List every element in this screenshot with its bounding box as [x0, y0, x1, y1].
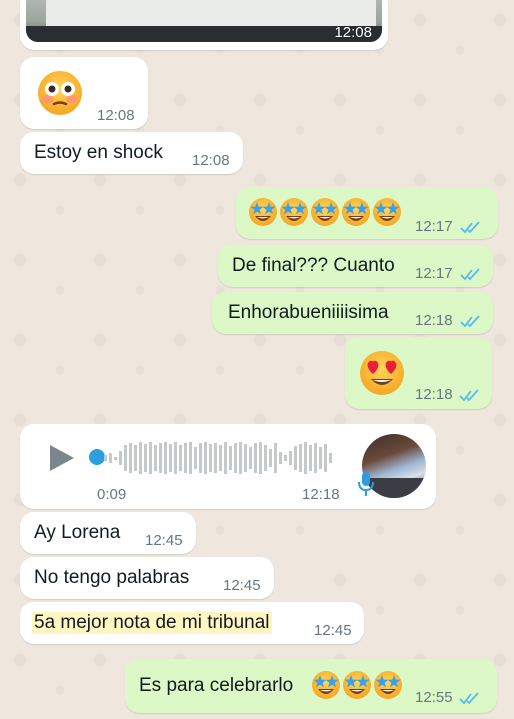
message-time: 12:18 [302, 486, 340, 503]
message-text: 5a mejor nota de mi tribunal [32, 612, 272, 634]
message-bubble-incoming[interactable]: No tengo palabras 12:45 [20, 557, 274, 599]
play-icon[interactable] [48, 443, 76, 473]
message-bubble-outgoing[interactable]: 12:18 [345, 337, 492, 409]
message-bubble-outgoing[interactable]: De final??? Cuanto 12:17 [218, 245, 493, 287]
image-message[interactable]: 12:08 [20, 0, 388, 50]
star-struck-emoji-icon [312, 671, 402, 699]
microphone-icon [358, 472, 374, 496]
heart-eyes-emoji-icon [360, 351, 404, 395]
message-time: 12:17 [415, 218, 453, 235]
flushed-face-emoji-icon [38, 71, 82, 115]
message-text: Estoy en shock [34, 142, 163, 163]
voice-duration: 0:09 [97, 486, 127, 503]
message-text: De final??? Cuanto [232, 255, 395, 276]
message-text: Ay Lorena [34, 522, 121, 543]
message-bubble-incoming[interactable]: Estoy en shock 12:08 [20, 132, 243, 174]
message-time: 12:45 [314, 622, 352, 639]
double-check-read-icon [460, 315, 480, 328]
message-bubble-outgoing[interactable]: 12:17 [236, 187, 498, 239]
message-text: Enhorabueniiiisima [228, 302, 389, 323]
double-check-read-icon [459, 389, 479, 402]
message-time: 12:45 [223, 577, 261, 594]
message-time: 12:45 [145, 532, 183, 549]
message-time: 12:08 [97, 107, 135, 124]
message-text: No tengo palabras [34, 567, 190, 588]
message-bubble-outgoing[interactable]: Es para celebrarlo 12:55 [125, 659, 497, 713]
message-bubble-incoming[interactable]: 12:08 [20, 57, 148, 129]
image-screen-area [46, 0, 376, 26]
voice-waveform[interactable] [104, 441, 336, 475]
image-thumbnail[interactable]: 12:08 [26, 0, 382, 42]
message-time: 12:18 [415, 386, 453, 403]
message-time: 12:08 [192, 152, 230, 169]
double-check-read-icon [459, 692, 479, 705]
message-time: 12:17 [415, 265, 453, 282]
message-time: 12:55 [415, 689, 453, 706]
message-bubble-incoming[interactable]: 5a mejor nota de mi tribunal 12:45 [20, 602, 364, 644]
image-taskbar [26, 26, 382, 42]
message-bubble-outgoing[interactable]: Enhorabueniiiisima 12:18 [212, 292, 493, 334]
image-message-time: 12:08 [334, 24, 372, 41]
double-check-read-icon [460, 221, 480, 234]
message-time: 12:18 [415, 312, 453, 329]
star-struck-emoji-icon [249, 198, 401, 226]
message-bubble-incoming[interactable]: Ay Lorena 12:45 [20, 512, 196, 554]
double-check-read-icon [460, 268, 480, 281]
message-text: Es para celebrarlo [139, 675, 294, 696]
